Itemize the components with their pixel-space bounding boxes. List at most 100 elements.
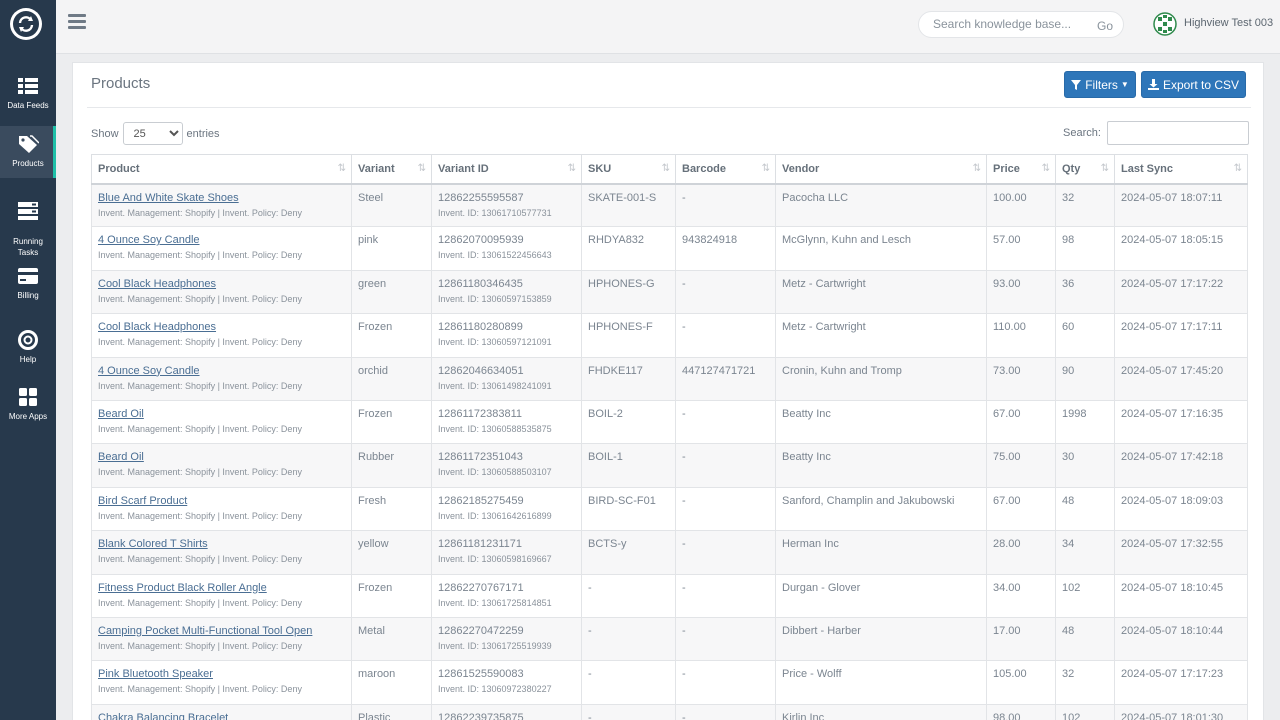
product-link[interactable]: Fitness Product Black Roller Angle — [98, 582, 345, 594]
qty-text: 1998 — [1062, 407, 1087, 420]
entries-select[interactable]: 25 — [122, 122, 183, 145]
table-row: Cool Black Headphones Invent. Management:… — [91, 313, 1248, 358]
search-go-button[interactable]: Go — [1097, 19, 1113, 33]
product-link[interactable]: Beard Oil — [98, 451, 345, 463]
cell-product: Beard Oil Invent. Management: Shopify | I… — [91, 443, 352, 488]
cell-barcode: 943824918 — [675, 226, 776, 271]
column-header-product[interactable]: Product ⇅ — [91, 154, 352, 185]
cell-variant-id: 12862255595587 Invent. ID: 13061710577731 — [431, 182, 582, 228]
user-avatar[interactable] — [1153, 12, 1177, 36]
cell-qty: 102 — [1055, 703, 1115, 720]
cell-sku: - — [581, 573, 676, 618]
sku-text: RHDYA832 — [588, 234, 645, 247]
variant-text: maroon — [358, 668, 396, 681]
product-link[interactable]: Chakra Balancing Bracelet — [98, 712, 345, 720]
last-sync-text: 2024-05-07 18:07:11 — [1121, 191, 1223, 204]
sidebar-item-products[interactable]: Products — [0, 126, 56, 178]
column-header-variant[interactable]: Variant ⇅ — [351, 154, 432, 185]
column-header-qty[interactable]: Qty ⇅ — [1055, 154, 1115, 185]
last-sync-text: 2024-05-07 18:05:15 — [1121, 234, 1224, 247]
column-header-vendor[interactable]: Vendor ⇅ — [775, 154, 987, 185]
cell-price: 75.00 — [986, 443, 1056, 488]
knowledge-base-search: Go — [918, 11, 1124, 38]
variant-id-text: 12862270767171 — [438, 581, 524, 594]
product-link[interactable]: 4 Ounce Soy Candle — [98, 365, 345, 377]
vendor-text: Durgan - Glover — [782, 581, 861, 594]
product-link[interactable]: Bird Scarf Product — [98, 495, 345, 507]
column-header-barcode[interactable]: Barcode ⇅ — [675, 154, 776, 185]
sort-icon: ⇅ — [661, 163, 670, 174]
sort-icon: ⇅ — [1233, 163, 1242, 174]
inventory-meta: Invent. Management: Shopify | Invent. Po… — [98, 250, 302, 261]
barcode-text: - — [682, 321, 686, 334]
sidebar-item-help[interactable]: Help — [0, 330, 56, 366]
price-text: 67.00 — [993, 494, 1021, 507]
product-link[interactable]: Blue And White Skate Shoes — [98, 192, 345, 204]
sidebar-item-running-tasks[interactable]: Running Tasks — [0, 190, 56, 257]
inventory-meta: Invent. Management: Shopify | Invent. Po… — [98, 423, 302, 434]
column-header-label: Qty — [1062, 162, 1081, 175]
app-logo[interactable] — [10, 8, 42, 40]
cell-qty: 48 — [1055, 616, 1115, 662]
sidebar-item-data-feeds[interactable]: Data Feeds — [0, 76, 56, 116]
knowledge-base-search-input[interactable] — [933, 17, 1083, 31]
product-link[interactable]: Beard Oil — [98, 408, 345, 420]
inventory-meta: Invent. Management: Shopify | Invent. Po… — [98, 554, 302, 565]
inventory-meta: Invent. Management: Shopify | Invent. Po… — [98, 337, 302, 348]
column-header-last-sync[interactable]: Last Sync ⇅ — [1114, 154, 1248, 185]
cell-vendor: Sanford, Champlin and Jakubowski — [775, 486, 987, 532]
cell-qty: 32 — [1055, 660, 1115, 705]
last-sync-text: 2024-05-07 17:32:55 — [1121, 538, 1224, 551]
column-header-label: SKU — [588, 162, 612, 175]
cell-qty: 48 — [1055, 486, 1115, 532]
sku-text: BOIL-2 — [588, 407, 623, 420]
cell-barcode: - — [675, 530, 776, 575]
cell-sku: - — [581, 660, 676, 705]
product-link[interactable]: Camping Pocket Multi-Functional Tool Ope… — [98, 625, 345, 637]
cell-variant: pink — [351, 226, 432, 271]
product-link[interactable]: Blank Colored T Shirts — [98, 538, 345, 550]
column-header-variant-id[interactable]: Variant ID ⇅ — [431, 154, 582, 185]
qty-text: 34 — [1062, 538, 1075, 551]
product-link[interactable]: Cool Black Headphones — [98, 321, 345, 333]
running-tasks-icon — [18, 202, 38, 220]
menu-toggle-icon[interactable] — [68, 14, 86, 32]
product-link[interactable]: Cool Black Headphones — [98, 278, 345, 290]
table-search-input[interactable] — [1106, 121, 1249, 145]
cell-variant-id: 12862046634051 Invent. ID: 13061498241091 — [431, 356, 582, 401]
product-link[interactable]: 4 Ounce Soy Candle — [98, 234, 345, 246]
variant-text: pink — [358, 234, 379, 247]
user-name[interactable]: Highview Test 003 — [1184, 17, 1273, 29]
cell-last-sync: 2024-05-07 17:17:22 — [1114, 269, 1248, 315]
last-sync-text: 2024-05-07 17:45:20 — [1121, 364, 1224, 377]
product-link[interactable]: Pink Bluetooth Speaker — [98, 668, 345, 680]
cell-last-sync: 2024-05-07 18:05:15 — [1114, 226, 1248, 271]
cell-variant-id: 12862185275459 Invent. ID: 13061642616899 — [431, 486, 582, 532]
sort-icon: ⇅ — [972, 163, 981, 174]
cell-qty: 30 — [1055, 443, 1115, 488]
column-header-price[interactable]: Price ⇅ — [986, 154, 1056, 185]
inventory-meta: Invent. Management: Shopify | Invent. Po… — [98, 684, 302, 695]
variant-id-text: 12861180346435 — [438, 277, 523, 290]
caret-down-icon: ▼ — [1120, 80, 1129, 89]
invent-id-text: Invent. ID: 13060588503107 — [438, 467, 552, 478]
cell-variant-id: 12861180346435 Invent. ID: 13060597153859 — [431, 269, 582, 315]
vendor-text: Metz - Cartwright — [782, 321, 866, 334]
vendor-text: Beatty Inc — [782, 451, 831, 464]
cell-sku: SKATE-001-S — [581, 182, 676, 228]
column-header-sku[interactable]: SKU ⇅ — [581, 154, 676, 185]
variant-text: green — [358, 277, 387, 290]
export-csv-button[interactable]: Export to CSV — [1141, 71, 1246, 98]
cell-barcode: - — [675, 486, 776, 532]
table-row: 4 Ounce Soy Candle Invent. Management: Sh… — [91, 356, 1248, 401]
price-text: 105.00 — [993, 668, 1027, 681]
table-row: Fitness Product Black Roller Angle Invent… — [91, 573, 1248, 618]
cell-variant: orchid — [351, 356, 432, 401]
invent-id-text: Invent. ID: 13061522456643 — [438, 250, 552, 261]
sidebar-item-more-apps[interactable]: More Apps — [0, 387, 56, 423]
cell-sku: HPHONES-F — [581, 313, 676, 358]
sidebar-item-billing[interactable]: Billing — [0, 266, 56, 302]
filters-button[interactable]: Filters ▼ — [1064, 71, 1136, 98]
cell-sku: BCTS-y — [581, 530, 676, 575]
column-header-label: Product — [98, 162, 140, 175]
